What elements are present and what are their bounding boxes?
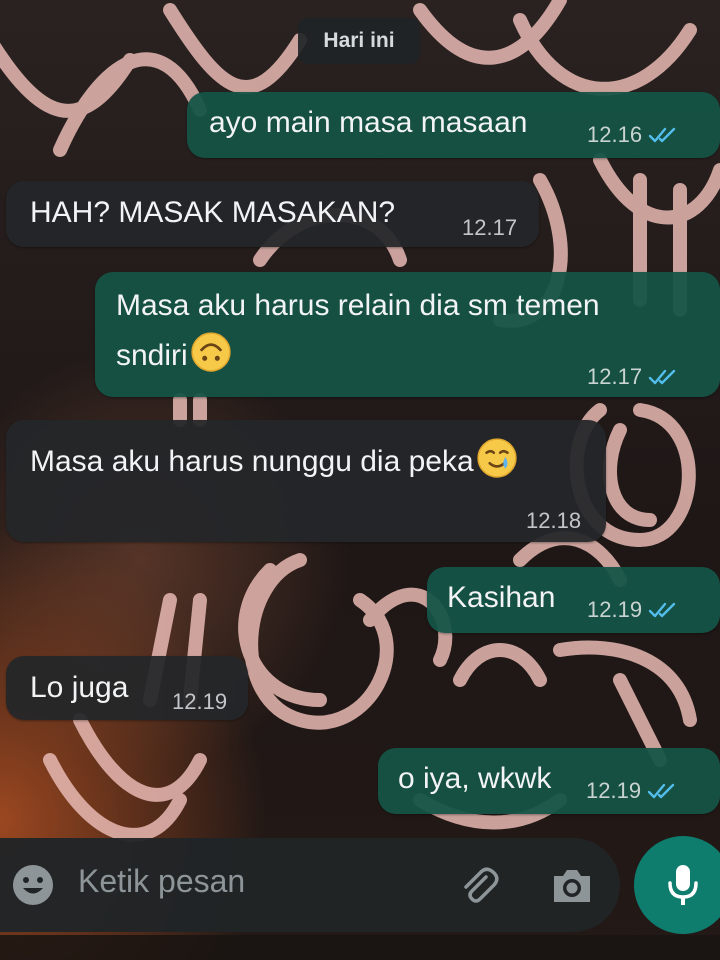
upside-down-face-emoji [191, 332, 231, 372]
message-time: 12.18 [526, 508, 582, 533]
message-outgoing[interactable]: Kasihan 12.19 [427, 567, 720, 633]
double-check-icon [648, 369, 676, 385]
message-incoming[interactable]: Lo juga 12.19 [6, 656, 248, 720]
message-text: Kasihan [447, 581, 556, 614]
message-incoming[interactable]: HAH? MASAK MASAKAN? 12.17 [6, 181, 539, 247]
message-text: Masa aku harus relain dia sm temen [116, 289, 600, 322]
message-outgoing[interactable]: Masa aku harus relain dia sm temen sndir… [95, 272, 720, 397]
double-check-icon [647, 783, 675, 799]
double-check-icon [648, 127, 676, 143]
camera-icon[interactable] [548, 862, 596, 910]
message-time: 12.19 [587, 597, 643, 622]
message-meta: 12.19 [586, 778, 677, 804]
emoji-icon[interactable] [10, 862, 56, 908]
message-outgoing[interactable]: ayo main masa masaan 12.16 [187, 92, 720, 158]
message-time: 12.17 [587, 364, 643, 389]
message-time: 12.17 [462, 215, 518, 240]
paperclip-icon[interactable] [455, 862, 503, 910]
message-time: 12.19 [172, 689, 228, 714]
message-text: o iya, wkwk [398, 762, 552, 795]
double-check-icon [648, 602, 676, 618]
message-text: Lo juga [30, 671, 129, 704]
message-time: 12.19 [586, 778, 642, 803]
bottom-edge [0, 935, 720, 960]
message-meta: 12.16 [587, 122, 678, 148]
message-outgoing[interactable]: o iya, wkwk 12.19 [378, 748, 720, 814]
message-input-bar[interactable]: Ketik pesan [0, 838, 620, 932]
message-text: HAH? MASAK MASAKAN? [30, 196, 396, 229]
message-text-line2: sndiri [116, 331, 232, 379]
message-time: 12.16 [587, 122, 643, 147]
message-text: ayo main masa masaan [209, 106, 528, 139]
message-meta: 12.19 [587, 597, 678, 623]
message-input[interactable]: Ketik pesan [78, 863, 245, 900]
message-meta: 12.17 [587, 364, 678, 390]
message-text-wrap: Masa aku harus nunggu dia peka [30, 437, 518, 485]
chat-area[interactable]: Hari ini ayo main masa masaan 12.16 HAH?… [0, 0, 720, 835]
smiling-face-with-tear-emoji [476, 438, 517, 478]
date-chip: Hari ini [298, 18, 420, 64]
message-text: Masa aku harus nunggu dia peka [30, 445, 474, 478]
message-incoming[interactable]: Masa aku harus nunggu dia peka 12.18 [6, 420, 606, 542]
microphone-icon [668, 865, 698, 905]
